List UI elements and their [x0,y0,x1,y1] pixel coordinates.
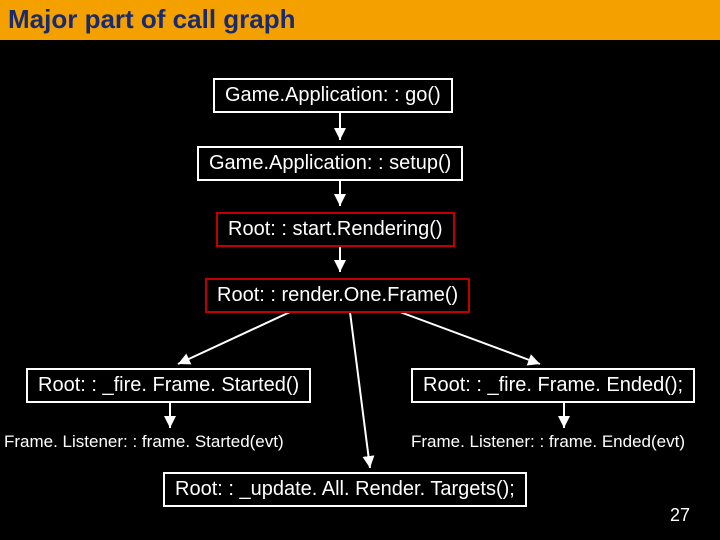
node-update-targets: Root: : _update. All. Render. Targets(); [163,472,527,507]
leaf-frame-started: Frame. Listener: : frame. Started(evt) [4,432,284,452]
node-fire-frame-started: Root: : _fire. Frame. Started() [26,368,311,403]
leaf-frame-ended: Frame. Listener: : frame. Ended(evt) [411,432,685,452]
node-go: Game.Application: : go() [213,78,453,113]
node-render-one-frame: Root: : render.One.Frame() [205,278,470,313]
slide-title: Major part of call graph [0,0,720,40]
node-fire-frame-ended: Root: : _fire. Frame. Ended(); [411,368,695,403]
node-setup: Game.Application: : setup() [197,146,463,181]
node-start-rendering: Root: : start.Rendering() [216,212,455,247]
page-number: 27 [670,505,690,526]
